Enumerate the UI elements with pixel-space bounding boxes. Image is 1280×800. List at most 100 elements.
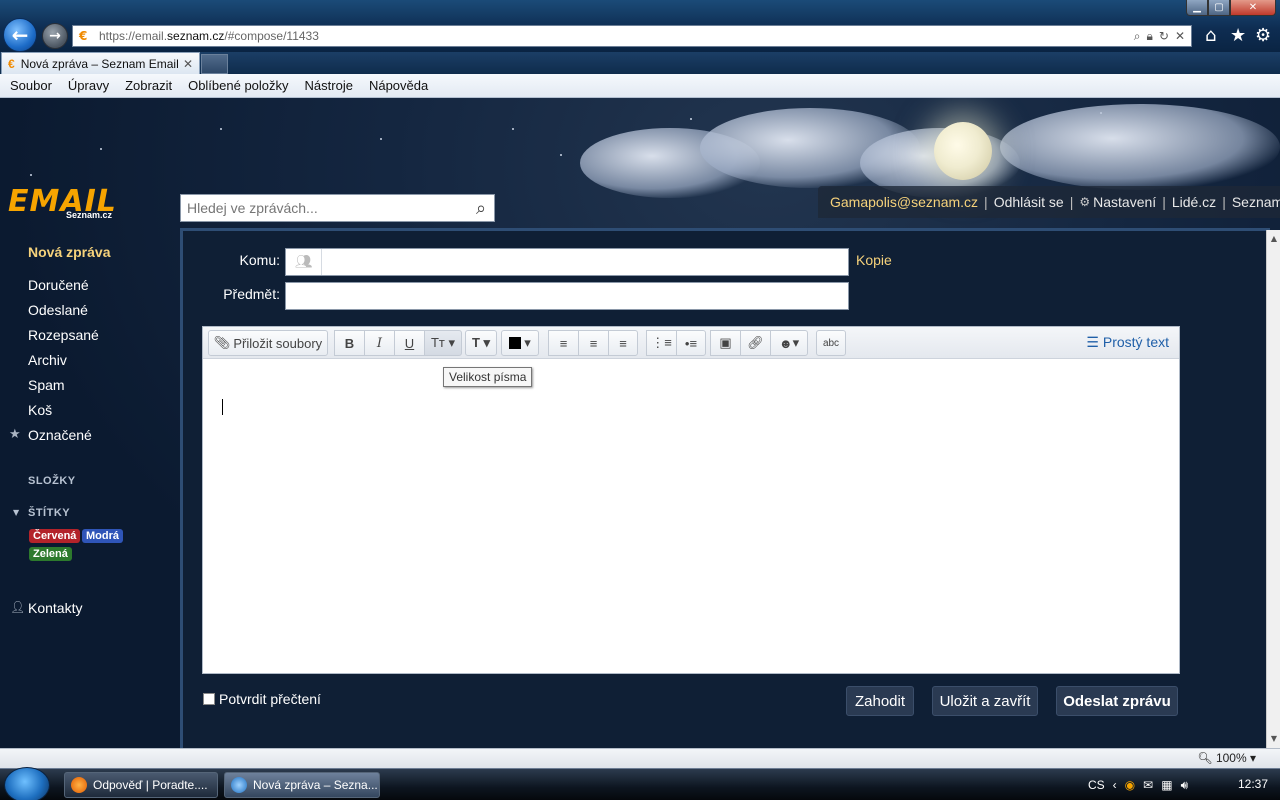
sidebar-item-contacts[interactable]: Kontakty <box>28 600 82 616</box>
underline-button[interactable]: U <box>394 330 424 356</box>
search-input[interactable] <box>181 195 468 221</box>
sidebar-item-inbox[interactable]: Doručené <box>28 277 89 293</box>
system-tray: CS ‹ ◉ ✉ ▦ 🔊︎ <box>1088 773 1188 797</box>
zoom-control[interactable]: 🔍︎ 100% ▾ <box>1197 751 1256 765</box>
to-field[interactable]: 👥︎ <box>285 248 849 276</box>
tag-blue[interactable]: Modrá <box>82 529 123 543</box>
sidebar-item-starred[interactable]: Označené <box>28 427 92 443</box>
save-close-button[interactable]: Uložit a zavřít <box>932 686 1038 716</box>
chevron-down-icon[interactable]: ▼ <box>13 508 19 517</box>
menu-napoveda[interactable]: Nápověda <box>369 78 428 93</box>
taskbar: Odpověď | Poradte.... Nová zpráva – Sezn… <box>0 767 1280 800</box>
confirm-read-checkbox[interactable] <box>203 693 215 705</box>
firefox-icon <box>71 777 87 793</box>
star-decoration <box>100 148 102 150</box>
settings-link[interactable]: Nastavení <box>1093 194 1156 210</box>
attach-files-button[interactable]: 📎︎ Přiložit soubory <box>208 330 328 356</box>
refresh-icon[interactable]: ↻ <box>1159 29 1169 44</box>
subject-field[interactable] <box>285 282 849 310</box>
new-tab-button[interactable] <box>201 54 228 74</box>
tab-title: Nová zpráva – Seznam Email <box>20 56 179 71</box>
tab-favicon-icon: € <box>8 56 15 71</box>
logout-link[interactable]: Odhlásit se <box>994 194 1064 210</box>
tray-app-icon[interactable]: ◉ <box>1125 778 1135 792</box>
favorites-star-icon[interactable]: ★ <box>1230 26 1246 46</box>
send-button[interactable]: Odeslat zprávu <box>1056 686 1178 716</box>
sidebar-item-spam[interactable]: Spam <box>28 377 65 393</box>
back-button[interactable]: ← <box>3 18 37 52</box>
italic-button[interactable]: I <box>364 330 394 356</box>
copy-link[interactable]: Kopie <box>856 252 892 268</box>
folders-heading[interactable]: SLOŽKY <box>28 475 76 487</box>
align-center-button[interactable]: ≡ <box>578 330 608 356</box>
insert-image-button[interactable]: ▣ <box>710 330 740 356</box>
url-text[interactable]: https://email.seznam.cz/#compose/11433 <box>99 29 1134 43</box>
tag-green[interactable]: Zelená <box>29 547 72 561</box>
email-page: EMAIL Seznam.cz ⌕ Gamapolis@seznam.cz | … <box>0 98 1280 748</box>
align-left-button[interactable]: ≡ <box>548 330 578 356</box>
sidebar-item-sent[interactable]: Odeslané <box>28 302 88 318</box>
bullet-list-button[interactable]: •≡ <box>676 330 706 356</box>
confirm-read-option[interactable]: Potvrdit přečtení <box>203 691 321 707</box>
spellcheck-icon: abc <box>822 337 840 349</box>
user-email-link[interactable]: Gamapolis@seznam.cz <box>830 194 978 210</box>
address-bar[interactable]: € https://email.seznam.cz/#compose/11433… <box>72 25 1192 47</box>
clock[interactable]: 12:37 <box>1238 777 1268 791</box>
search-icon[interactable]: ⌕ <box>1134 29 1141 44</box>
search-icon[interactable]: ⌕ <box>468 198 494 219</box>
font-size-tooltip: Velikost písma <box>443 367 533 387</box>
scroll-down-icon[interactable]: ▼ <box>1267 732 1280 746</box>
sidebar-item-drafts[interactable]: Rozepsané <box>28 327 99 343</box>
start-button[interactable] <box>4 767 50 800</box>
menu-zobrazit[interactable]: Zobrazit <box>125 78 172 93</box>
menu-upravy[interactable]: Úpravy <box>68 78 109 93</box>
tags-heading[interactable]: ŠTÍTKY <box>28 507 70 519</box>
font-size-button[interactable]: Tт ▾ <box>424 330 462 356</box>
seznam-link[interactable]: Seznam.cz <box>1232 194 1280 210</box>
star-icon: ★ <box>9 427 21 442</box>
tag-red[interactable]: Červená <box>29 529 81 543</box>
tools-gear-icon[interactable]: ⚙ <box>1255 26 1271 46</box>
lide-link[interactable]: Lidé.cz <box>1172 194 1216 210</box>
font-family-button[interactable]: T ▾ <box>465 330 497 356</box>
sidebar-item-archive[interactable]: Archiv <box>28 352 67 368</box>
network-icon[interactable]: ▦ <box>1161 778 1172 792</box>
mail-icon[interactable]: ✉ <box>1143 778 1153 792</box>
forward-button[interactable]: → <box>42 23 68 49</box>
language-indicator[interactable]: CS <box>1088 778 1105 792</box>
tab-compose[interactable]: € Nová zpráva – Seznam Email ✕ <box>1 52 200 74</box>
lock-icon[interactable]: 🔒︎ <box>1146 29 1152 44</box>
tab-close-icon[interactable]: ✕ <box>183 57 193 71</box>
discard-button[interactable]: Zahodit <box>846 686 914 716</box>
sidebar-item-new-message[interactable]: Nová zpráva <box>28 244 110 260</box>
person-icon: 👤︎ <box>10 600 26 614</box>
stop-icon[interactable]: ✕ <box>1175 29 1185 44</box>
close-window-button[interactable]: ✕ <box>1230 0 1276 16</box>
task-firefox[interactable]: Odpověď | Poradte.... <box>64 772 218 798</box>
plain-text-toggle[interactable]: ☰ Prostý text <box>1086 334 1169 351</box>
task-ie[interactable]: Nová zpráva – Sezna... <box>224 772 380 798</box>
emoji-button[interactable]: ☻ ▾ <box>770 330 808 356</box>
insert-link-button[interactable]: 🔗︎ <box>740 330 770 356</box>
message-editor[interactable]: 📎︎ Přiložit soubory B I U Tт ▾ T ▾ ▾ ≡ ≡… <box>202 326 1180 674</box>
scroll-up-icon[interactable]: ▲ <box>1267 232 1280 246</box>
text-color-button[interactable]: ▾ <box>501 330 539 356</box>
bold-button[interactable]: B <box>334 330 364 356</box>
spellcheck-button[interactable]: abc <box>816 330 846 356</box>
minimize-button[interactable]: ▁ <box>1186 0 1208 16</box>
ordered-list-button[interactable]: ⋮≡ <box>646 330 676 356</box>
menu-soubor[interactable]: Soubor <box>10 78 52 93</box>
editor-toolbar: 📎︎ Přiložit soubory B I U Tт ▾ T ▾ ▾ ≡ ≡… <box>203 327 1179 359</box>
tray-expand-icon[interactable]: ‹ <box>1113 778 1117 792</box>
menu-nastroje[interactable]: Nástroje <box>305 78 353 93</box>
maximize-button[interactable]: ▢ <box>1208 0 1230 16</box>
contacts-icon[interactable]: 👥︎ <box>286 249 322 275</box>
sidebar-item-trash[interactable]: Koš <box>28 402 52 418</box>
email-logo[interactable]: EMAIL Seznam.cz <box>8 184 138 224</box>
home-icon[interactable]: ⌂ <box>1205 26 1216 46</box>
menu-oblibene[interactable]: Oblíbené položky <box>188 78 288 93</box>
volume-icon[interactable]: 🔊︎ <box>1181 778 1189 793</box>
page-scrollbar[interactable]: ▲ ▼ <box>1266 230 1280 748</box>
align-right-button[interactable]: ≡ <box>608 330 638 356</box>
to-label: Komu: <box>239 252 280 268</box>
